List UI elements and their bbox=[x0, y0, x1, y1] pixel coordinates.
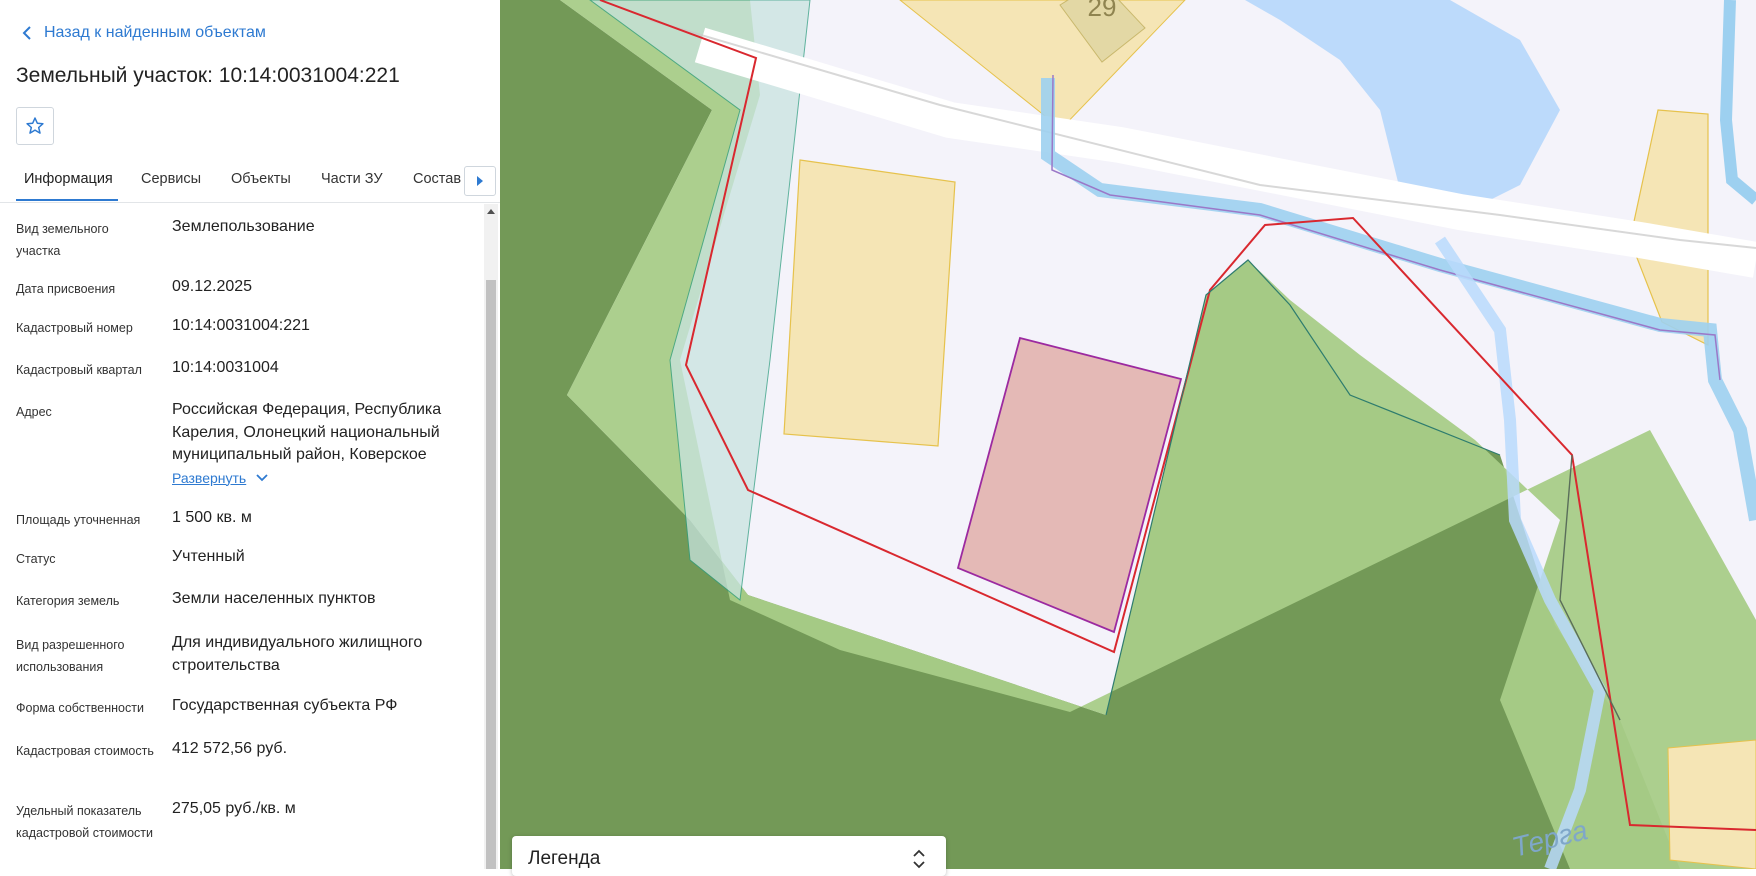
building-plot-bottom-right bbox=[1667, 739, 1756, 869]
legend-panel[interactable]: Легенда bbox=[512, 836, 946, 876]
attr-label: Дата присвоения bbox=[16, 282, 116, 296]
tab-information[interactable]: Информация bbox=[24, 171, 113, 187]
scroll-up-arrow-icon[interactable] bbox=[486, 207, 496, 217]
attr-label: Площадь уточненная bbox=[16, 513, 141, 527]
attr-value: Земли населенных пунктов bbox=[172, 590, 376, 607]
expand-address-link[interactable]: Развернуть bbox=[172, 467, 268, 490]
info-panel: Назад к найденным объектам Земельный уча… bbox=[0, 0, 500, 869]
back-link[interactable]: Назад к найденным объектам bbox=[22, 24, 266, 42]
star-icon bbox=[26, 117, 44, 134]
page-title: Земельный участок: 10:14:0031004:221 bbox=[16, 64, 400, 87]
attr-value: Землепользование bbox=[172, 218, 315, 235]
address-text: Российская Федерация, Республика Карелия… bbox=[172, 401, 442, 463]
legend-title: Легенда bbox=[528, 848, 601, 869]
tab-composition[interactable]: Состав bbox=[413, 171, 461, 187]
building-number-label: 29 bbox=[1088, 0, 1117, 22]
building-plot-left bbox=[783, 159, 956, 447]
scrollbar-thumb[interactable] bbox=[486, 280, 496, 869]
attr-label: Кадастровый квартал bbox=[16, 363, 142, 377]
attr-value: Учтенный bbox=[172, 548, 245, 565]
attr-label: Адрес bbox=[16, 405, 52, 419]
attr-label: Удельный показатель кадастровой стоимост… bbox=[16, 804, 153, 840]
tab-objects[interactable]: Объекты bbox=[231, 171, 291, 187]
attr-label: Вид разрешенного использования bbox=[16, 638, 125, 674]
chevron-left-icon bbox=[22, 26, 31, 40]
map-canvas[interactable]: 29 Терга bbox=[500, 0, 1756, 869]
caret-right-icon bbox=[477, 176, 483, 186]
tabs-scroll-right-button[interactable] bbox=[464, 166, 496, 196]
attr-value: Государственная субъекта РФ bbox=[172, 697, 398, 714]
favorite-button[interactable] bbox=[16, 107, 54, 145]
attr-label: Форма собственности bbox=[16, 701, 144, 715]
map-view[interactable]: 29 Терга bbox=[500, 0, 1756, 869]
attr-value: 1 500 кв. м bbox=[172, 509, 252, 526]
attr-value: 10:14:0031004 bbox=[172, 359, 279, 376]
tab-parts[interactable]: Части ЗУ bbox=[321, 171, 383, 187]
back-link-label: Назад к найденным объектам bbox=[44, 24, 266, 41]
tab-services[interactable]: Сервисы bbox=[141, 171, 201, 187]
active-tab-indicator bbox=[16, 199, 118, 201]
attr-value: 275,05 руб./кв. м bbox=[172, 800, 296, 817]
tab-bar: Информация Сервисы Объекты Части ЗУ Сост… bbox=[0, 160, 500, 203]
attr-label: Кадастровая стоимость bbox=[16, 744, 154, 758]
expand-collapse-icon[interactable] bbox=[912, 848, 926, 870]
chevron-down-icon bbox=[256, 474, 268, 482]
attr-value: 09.12.2025 bbox=[172, 278, 253, 295]
attr-value: Для индивидуального жилищного строительс… bbox=[172, 634, 423, 674]
attr-value: 10:14:0031004:221 bbox=[172, 317, 310, 334]
attr-label: Статус bbox=[16, 552, 56, 566]
attr-label: Категория земель bbox=[16, 594, 120, 608]
attr-value: 412 572,56 руб. bbox=[172, 740, 288, 757]
expand-label: Развернуть bbox=[172, 469, 247, 486]
attr-value-address: Российская Федерация, Республика Карелия… bbox=[172, 399, 472, 490]
attr-label: Вид земельного участка bbox=[16, 222, 109, 258]
attr-label: Кадастровый номер bbox=[16, 321, 133, 335]
